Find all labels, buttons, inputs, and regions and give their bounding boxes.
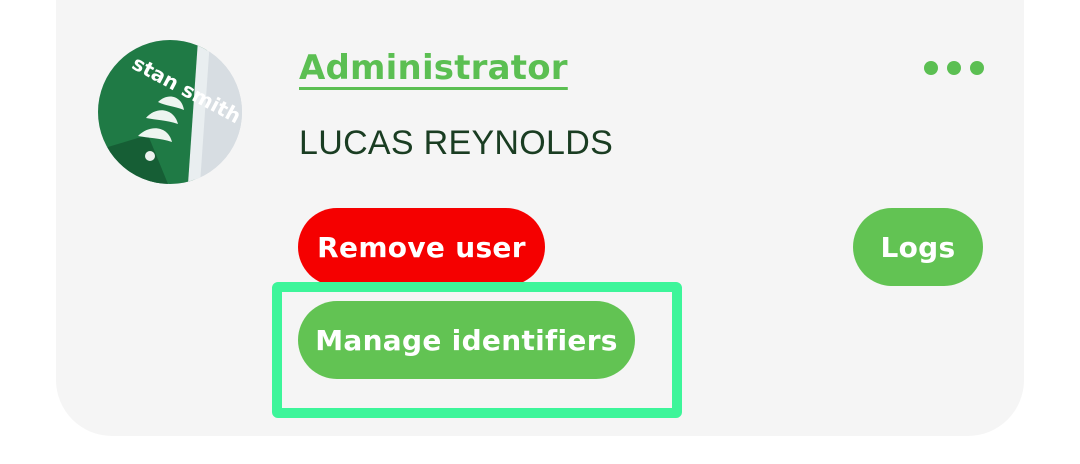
more-horizontal-icon-dot — [970, 61, 984, 75]
role-link[interactable]: Administrator — [299, 48, 568, 88]
avatar: stan smith — [98, 40, 242, 184]
avatar-image: stan smith — [98, 40, 242, 184]
more-horizontal-icon-dot — [947, 61, 961, 75]
manage-identifiers-button[interactable]: Manage identifiers — [298, 301, 635, 379]
more-horizontal-icon — [924, 61, 938, 75]
more-options-button[interactable] — [924, 56, 984, 80]
logs-button[interactable]: Logs — [853, 208, 983, 286]
remove-user-button[interactable]: Remove user — [298, 208, 545, 286]
user-name: LUCAS REYNOLDS — [299, 124, 614, 162]
